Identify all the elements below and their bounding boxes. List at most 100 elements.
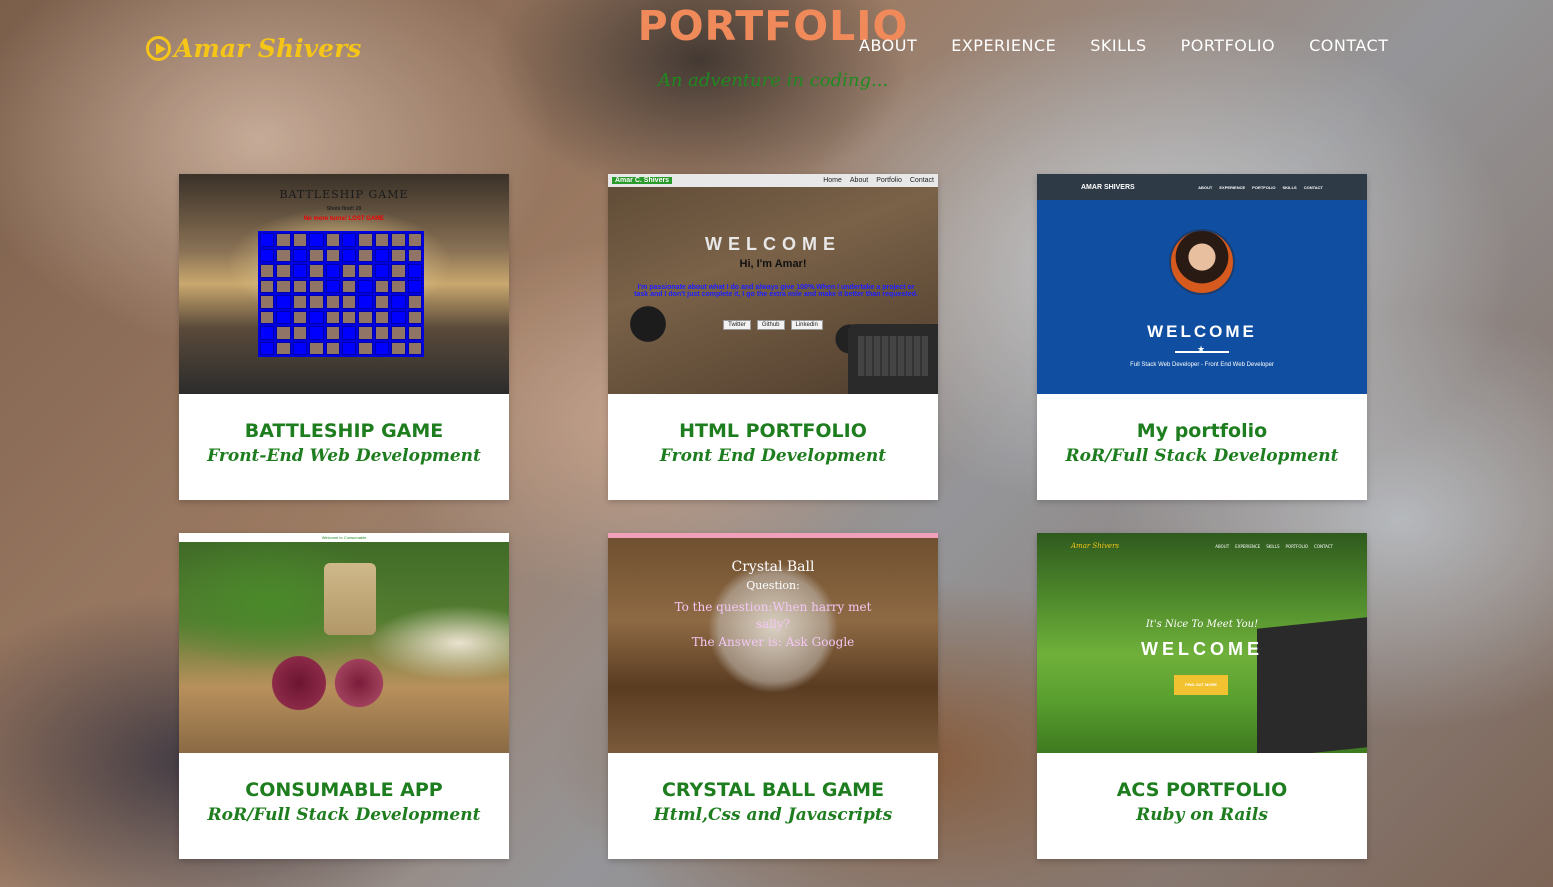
grid-cell [391, 326, 406, 340]
grid-cell [374, 326, 390, 340]
thumb-welcome: WELCOME [1147, 322, 1257, 341]
grid-cell [358, 310, 373, 324]
grid-cell [341, 310, 357, 324]
grid-cell [260, 326, 275, 340]
thumb-nav-item: About [849, 177, 869, 184]
grid-cell [276, 326, 291, 340]
grid-cell [341, 295, 357, 309]
grid-cell [325, 295, 340, 309]
grid-cell [391, 233, 406, 247]
grid-cell [374, 279, 390, 293]
thumb-twitter-button: Twitter [723, 320, 751, 330]
thumb-status: No more turns! LOST GAME [303, 216, 385, 222]
portfolio-card-acs[interactable]: Amar Shivers ABOUT EXPERIENCE SKILLS POR… [1037, 533, 1367, 859]
thumb-navbar: AMAR SHIVERS ABOUT EXPERIENCE PORTFOLIO … [1037, 174, 1367, 200]
grid-cell [407, 233, 422, 247]
thumb-heading: Crystal Ball [731, 559, 815, 575]
grid-cell [407, 310, 422, 324]
grid-cell [292, 341, 308, 355]
grid-cell [292, 310, 308, 324]
main-nav: ABOUT EXPERIENCE SKILLS PORTFOLIO CONTAC… [859, 36, 1388, 55]
grid-cell [292, 279, 308, 293]
card-thumbnail[interactable]: Welcome to Consumable [179, 533, 509, 753]
nav-experience[interactable]: EXPERIENCE [951, 36, 1056, 55]
battleship-grid [258, 231, 424, 357]
thumb-tagline: Full Stack Web Developer - Front End Web… [1130, 362, 1274, 368]
card-thumbnail[interactable]: Amar C. Shivers Home About Portfolio Con… [608, 174, 938, 394]
grid-cell [325, 326, 340, 340]
card-subtitle: Html,Css and Javascripts [653, 805, 893, 825]
thumb-nav-item: EXPERIENCE [1235, 543, 1261, 549]
nav-skills[interactable]: SKILLS [1090, 36, 1146, 55]
grid-cell [341, 279, 357, 293]
grid-cell [391, 295, 406, 309]
card-thumbnail[interactable]: AMAR SHIVERS ABOUT EXPERIENCE PORTFOLIO … [1037, 174, 1367, 394]
grid-cell [260, 310, 275, 324]
grid-cell [309, 295, 324, 309]
grid-cell [358, 264, 373, 278]
nav-about[interactable]: ABOUT [859, 36, 917, 55]
portfolio-card-my-portfolio[interactable]: AMAR SHIVERS ABOUT EXPERIENCE PORTFOLIO … [1037, 174, 1367, 500]
grid-cell [292, 326, 308, 340]
grid-cell [358, 233, 373, 247]
laptop-image [1257, 617, 1367, 753]
grid-cell [260, 279, 275, 293]
grid-cell [292, 295, 308, 309]
thumb-brand: Amar Shivers [1071, 542, 1120, 550]
card-thumbnail[interactable]: BATTLESHIP GAME Shots fired: 29 No more … [179, 174, 509, 394]
grid-cell [407, 295, 422, 309]
grid-cell [309, 326, 324, 340]
grid-cell [276, 310, 291, 324]
grid-cell [309, 248, 324, 262]
thumb-welcome: WELCOME [1141, 639, 1263, 659]
card-title: ACS PORTFOLIO [1116, 779, 1288, 801]
grid-cell [325, 341, 340, 355]
thumb-nav-item: PORTFOLIO [1285, 543, 1309, 549]
grid-cell [374, 310, 390, 324]
portfolio-card-consumable[interactable]: Welcome to Consumable CONSUMABLE APP RoR… [179, 533, 509, 859]
thumb-nav-item: Portfolio [876, 177, 902, 184]
thumb-brand: AMAR SHIVERS [1081, 183, 1135, 191]
grid-cell [325, 310, 340, 324]
portfolio-card-crystal-ball[interactable]: Crystal Ball Question: To the question:W… [608, 533, 938, 859]
card-title: BATTLESHIP GAME [244, 420, 444, 442]
thumb-nice-to-meet: It's Nice To Meet You! [1145, 619, 1259, 630]
thumb-heading: BATTLESHIP GAME [279, 188, 409, 201]
card-thumbnail[interactable]: Crystal Ball Question: To the question:W… [608, 533, 938, 753]
card-thumbnail[interactable]: Amar Shivers ABOUT EXPERIENCE SKILLS POR… [1037, 533, 1367, 753]
thumb-greeting: Hi, I'm Amar! [739, 258, 807, 270]
thumb-linkedin-button: Linkedin [790, 320, 823, 330]
grid-cell [292, 233, 308, 247]
grid-cell [374, 341, 390, 355]
grid-cell [260, 248, 275, 262]
page-subtitle: An adventure in coding... [657, 70, 889, 91]
grid-cell [374, 233, 390, 247]
pasta-image [324, 563, 376, 635]
thumb-find-out-more-button: FIND OUT MORE [1174, 675, 1228, 695]
grid-cell [391, 279, 406, 293]
thumb-navbar: Amar Shivers ABOUT EXPERIENCE SKILLS POR… [1037, 533, 1367, 559]
thumb-answer: The Answer is: Ask Google [691, 635, 855, 649]
grid-cell [374, 264, 390, 278]
grid-cell [292, 248, 308, 262]
nav-portfolio[interactable]: PORTFOLIO [1181, 36, 1276, 55]
grid-cell [260, 295, 275, 309]
grid-cell [358, 295, 373, 309]
card-subtitle: RoR/Full Stack Development [1065, 446, 1339, 466]
grid-cell [341, 264, 357, 278]
grid-cell [276, 233, 291, 247]
card-subtitle: Front End Development [659, 446, 887, 466]
card-title: CRYSTAL BALL GAME [661, 779, 885, 801]
thumb-text: I'm passionate about what I do and alway… [634, 284, 918, 298]
portfolio-card-battleship[interactable]: BATTLESHIP GAME Shots fired: 29 No more … [179, 174, 509, 500]
nav-contact[interactable]: CONTACT [1309, 36, 1388, 55]
thumb-header: Welcome to Consumable [179, 533, 509, 542]
thumb-question: To the question:When harry met sally? [674, 600, 872, 631]
thumb-topbar [608, 533, 938, 538]
laptop-image [848, 324, 938, 394]
thumb-nav-item: EXPERIENCE [1219, 184, 1246, 190]
thumb-nav-item: PORTFOLIO [1252, 184, 1276, 190]
portfolio-card-html[interactable]: Amar C. Shivers Home About Portfolio Con… [608, 174, 938, 500]
card-subtitle: RoR/Full Stack Development [207, 805, 481, 825]
grid-cell [260, 264, 275, 278]
